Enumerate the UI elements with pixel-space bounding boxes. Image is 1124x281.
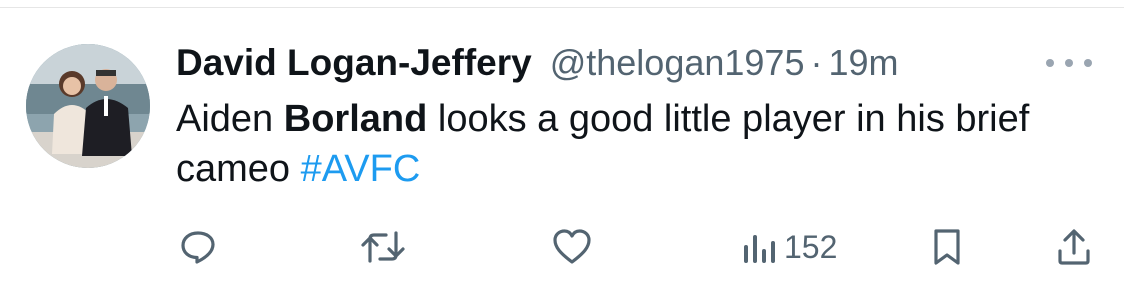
retweet-icon [361, 231, 405, 263]
author-name[interactable]: David Logan-Jeffery [176, 42, 532, 84]
action-bar: 152 [0, 222, 1124, 272]
author-handle[interactable]: @thelogan1975 [550, 42, 805, 84]
reply-button[interactable] [178, 222, 218, 272]
avatar[interactable] [26, 44, 150, 168]
tweet-header: David Logan-Jeffery @thelogan1975 · 19m [176, 40, 1116, 86]
avatar-photo [26, 44, 150, 168]
share-icon [1058, 229, 1090, 265]
more-options-icon[interactable] [1046, 54, 1092, 72]
tweet-text-bold: Borland [283, 98, 428, 140]
share-button[interactable] [1056, 222, 1092, 272]
like-icon [553, 229, 591, 264]
like-button[interactable] [552, 222, 592, 272]
timestamp[interactable]: 19m [828, 42, 898, 84]
views-count: 152 [784, 228, 838, 265]
tweet-text: Aiden Borland looks a good little player… [176, 94, 1096, 194]
bookmark-button[interactable] [930, 222, 964, 272]
views-button[interactable]: 152 [742, 222, 837, 272]
retweet-button[interactable] [360, 222, 406, 272]
views-icon [744, 235, 775, 263]
bookmark-icon [934, 229, 960, 265]
reply-icon [181, 231, 215, 264]
tweet-text-part1: Aiden [176, 98, 284, 140]
top-divider [0, 7, 1124, 8]
hashtag-link[interactable]: #AVFC [301, 148, 421, 190]
separator-dot: · [810, 42, 823, 83]
